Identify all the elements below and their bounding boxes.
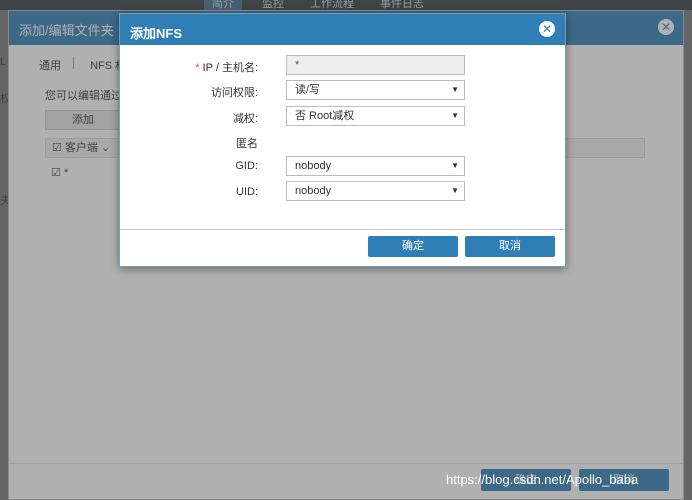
squash-label: 减权: <box>232 113 258 125</box>
access-select[interactable]: 读/写 ▼ <box>286 80 465 100</box>
chevron-down-icon: ▼ <box>451 85 459 94</box>
host-label: * IP / 主机名: <box>120 59 258 75</box>
gid-select-value: nobody <box>295 160 332 172</box>
gid-select[interactable]: nobody ▼ <box>286 156 465 176</box>
gid-label: GID: <box>235 160 258 172</box>
squash-select-value: 否 Root减权 <box>295 110 355 122</box>
add-nfs-header: 添加NFS ✕ <box>120 14 565 45</box>
chevron-down-icon: ▼ <box>451 186 459 195</box>
access-select-value: 读/写 <box>295 84 321 96</box>
dialog-title: 添加NFS <box>130 26 183 41</box>
watermark-text: https://blog.csdn.net/Apollo_baba <box>446 472 639 487</box>
host-label-text: IP / 主机名: <box>202 62 258 74</box>
chevron-down-icon: ▼ <box>451 111 459 120</box>
required-marker: * <box>195 62 200 74</box>
uid-label: UID: <box>236 186 258 198</box>
uid-select[interactable]: nobody ▼ <box>286 181 465 201</box>
squash-select[interactable]: 否 Root减权 ▼ <box>286 106 465 126</box>
ok-button[interactable]: 确定 <box>368 236 458 257</box>
close-circle-icon[interactable]: ✕ <box>539 21 555 37</box>
add-nfs-dialog: 添加NFS ✕ * IP / 主机名: * 访问权限: 读/写 ▼ 减权: 否 Ro… <box>119 13 566 267</box>
anonymous-label: 匿名 <box>236 138 258 150</box>
host-input[interactable]: * <box>286 55 465 75</box>
cancel-button[interactable]: 取消 <box>465 236 555 257</box>
uid-select-value: nobody <box>295 185 332 197</box>
chevron-down-icon: ▼ <box>451 161 459 170</box>
dialog-footer-divider <box>120 229 565 230</box>
access-label: 访问权限: <box>210 87 258 99</box>
